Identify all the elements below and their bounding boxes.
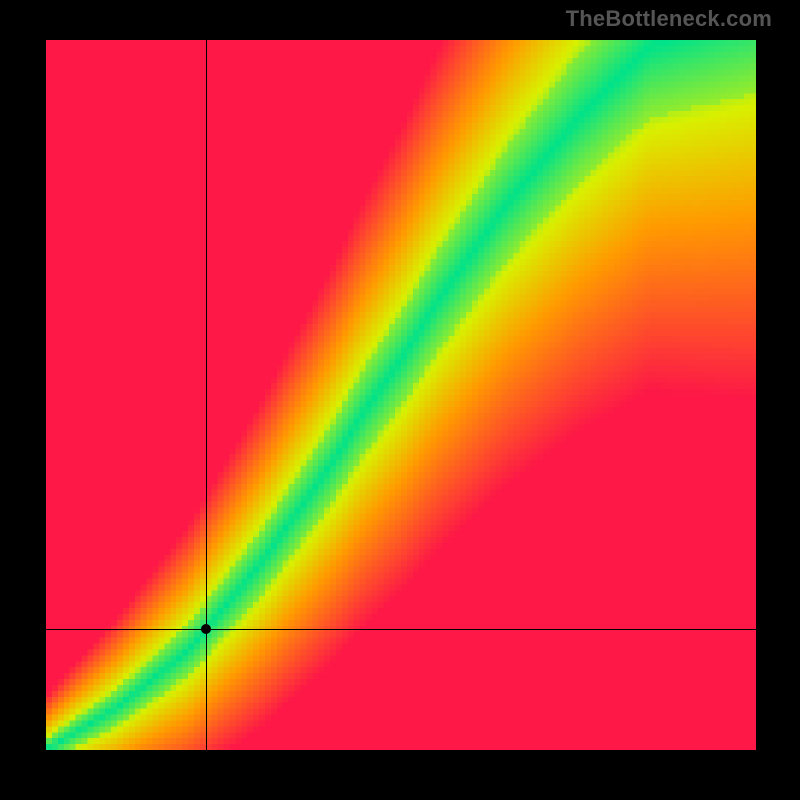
crosshair-horizontal [46,629,756,630]
attribution-label: TheBottleneck.com [566,6,772,32]
bottleneck-heatmap [46,40,756,750]
crosshair-vertical [206,40,207,750]
selected-point-marker [201,624,211,634]
chart-frame: TheBottleneck.com [0,0,800,800]
